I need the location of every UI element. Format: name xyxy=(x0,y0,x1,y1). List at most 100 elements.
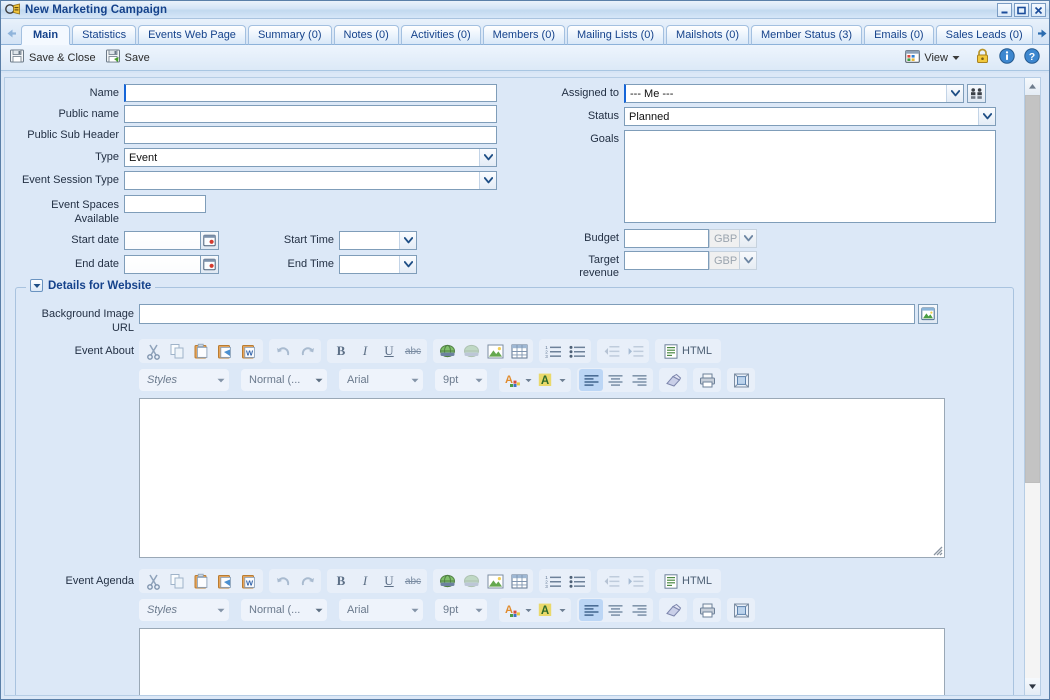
image-icon[interactable] xyxy=(483,570,507,592)
chevron-down-icon[interactable] xyxy=(479,149,496,166)
print-icon[interactable] xyxy=(695,369,719,391)
start-time-select[interactable] xyxy=(339,231,417,250)
event-session-type-select[interactable] xyxy=(124,171,497,190)
align-right-icon[interactable] xyxy=(627,599,651,621)
underline-icon[interactable]: U xyxy=(377,340,401,362)
scrollbar-thumb[interactable] xyxy=(1025,95,1040,483)
tab-events-web-page[interactable]: Events Web Page xyxy=(138,25,246,45)
assigned-to-select[interactable]: --- Me --- xyxy=(624,84,964,103)
assigned-to-picker-icon[interactable] xyxy=(967,84,986,103)
remove-format-icon[interactable] xyxy=(661,599,685,621)
format-select[interactable]: Normal (... xyxy=(241,599,327,621)
outdent-icon[interactable] xyxy=(599,570,623,592)
table-icon[interactable] xyxy=(507,340,531,362)
align-left-icon[interactable] xyxy=(579,369,603,391)
bold-icon[interactable]: B xyxy=(329,340,353,362)
info-icon[interactable] xyxy=(999,48,1015,67)
tab-activities-0[interactable]: Activities (0) xyxy=(400,25,481,45)
end-date-input[interactable] xyxy=(124,255,200,274)
tab-sales-leads-0[interactable]: Sales Leads (0) xyxy=(935,25,1033,45)
unlink-icon[interactable] xyxy=(459,570,483,592)
chevron-down-icon[interactable] xyxy=(479,172,496,189)
tab-member-status-3[interactable]: Member Status (3) xyxy=(751,25,863,45)
budget-currency-dropdown[interactable] xyxy=(739,229,757,248)
public-sub-header-input[interactable] xyxy=(124,126,497,144)
background-color-icon[interactable]: A xyxy=(535,599,569,621)
start-date-input[interactable] xyxy=(124,231,200,250)
calendar-icon[interactable] xyxy=(200,255,219,274)
chevron-down-icon[interactable] xyxy=(399,256,416,273)
goals-textarea[interactable] xyxy=(624,130,996,223)
outdent-icon[interactable] xyxy=(599,340,623,362)
budget-input[interactable] xyxy=(624,229,709,248)
target-revenue-input[interactable] xyxy=(624,251,709,270)
text-color-icon[interactable]: A xyxy=(501,599,535,621)
styles-select[interactable]: Styles xyxy=(139,369,229,391)
event-spaces-input[interactable] xyxy=(124,195,206,213)
tab-scroll-left-icon[interactable] xyxy=(3,23,20,43)
paste-icon[interactable] xyxy=(189,570,213,592)
redo-icon[interactable] xyxy=(295,340,319,362)
vertical-scrollbar[interactable] xyxy=(1024,77,1041,696)
undo-icon[interactable] xyxy=(271,340,295,362)
ordered-list-icon[interactable]: 123 xyxy=(541,340,565,362)
cut-icon[interactable] xyxy=(141,570,165,592)
status-select[interactable]: Planned xyxy=(624,107,996,126)
scroll-down-button[interactable] xyxy=(1025,678,1040,695)
redo-icon[interactable] xyxy=(295,570,319,592)
tab-mailshots-0[interactable]: Mailshots (0) xyxy=(666,25,749,45)
remove-format-icon[interactable] xyxy=(661,369,685,391)
tab-summary-0[interactable]: Summary (0) xyxy=(247,25,332,45)
scrollbar-track[interactable] xyxy=(1025,95,1040,678)
collapse-section-icon[interactable] xyxy=(30,279,43,292)
bold-icon[interactable]: B xyxy=(329,570,353,592)
format-select[interactable]: Normal (... xyxy=(241,369,327,391)
start-date-picker[interactable] xyxy=(124,231,219,250)
indent-icon[interactable] xyxy=(623,340,647,362)
calendar-icon[interactable] xyxy=(200,231,219,250)
target-revenue-currency-dropdown[interactable] xyxy=(739,251,757,270)
help-icon[interactable]: ? xyxy=(1024,48,1040,67)
italic-icon[interactable]: I xyxy=(353,570,377,592)
paste-word-icon[interactable]: W xyxy=(237,340,261,362)
underline-icon[interactable]: U xyxy=(377,570,401,592)
maximize-editor-icon[interactable] xyxy=(729,599,753,621)
type-select[interactable]: Event xyxy=(124,148,497,167)
cut-icon[interactable] xyxy=(141,340,165,362)
tab-main[interactable]: Main xyxy=(21,25,71,45)
text-color-icon[interactable]: A xyxy=(501,369,535,391)
unlink-icon[interactable] xyxy=(459,340,483,362)
italic-icon[interactable]: I xyxy=(353,340,377,362)
tab-emails-0[interactable]: Emails (0) xyxy=(864,25,934,45)
styles-select[interactable]: Styles xyxy=(139,599,229,621)
align-left-icon[interactable] xyxy=(579,599,603,621)
view-button[interactable]: View xyxy=(902,48,966,68)
chevron-down-icon[interactable] xyxy=(978,108,995,125)
lock-icon[interactable] xyxy=(975,48,990,67)
tab-statistics[interactable]: Statistics xyxy=(72,25,137,45)
chevron-down-icon[interactable] xyxy=(399,232,416,249)
name-input[interactable] xyxy=(124,84,497,102)
align-center-icon[interactable] xyxy=(603,369,627,391)
unordered-list-icon[interactable] xyxy=(565,570,589,592)
minimize-button[interactable] xyxy=(997,3,1012,17)
background-image-input[interactable] xyxy=(139,304,915,324)
font-size-select[interactable]: 9pt xyxy=(435,599,487,621)
strikethrough-icon[interactable]: abc xyxy=(401,340,425,362)
maximize-editor-icon[interactable] xyxy=(729,369,753,391)
paste-icon[interactable] xyxy=(189,340,213,362)
undo-icon[interactable] xyxy=(271,570,295,592)
paste-text-icon[interactable] xyxy=(213,340,237,362)
maximize-button[interactable] xyxy=(1014,3,1029,17)
end-date-picker[interactable] xyxy=(124,255,219,274)
font-size-select[interactable]: 9pt xyxy=(435,369,487,391)
save-and-close-button[interactable]: Save & Close xyxy=(6,46,102,69)
paste-word-icon[interactable]: W xyxy=(237,570,261,592)
save-button[interactable]: Save xyxy=(102,46,156,69)
copy-icon[interactable] xyxy=(165,570,189,592)
link-icon[interactable] xyxy=(435,340,459,362)
tab-members-0[interactable]: Members (0) xyxy=(482,25,565,45)
align-center-icon[interactable] xyxy=(603,599,627,621)
chevron-down-icon[interactable] xyxy=(946,85,963,102)
scroll-up-button[interactable] xyxy=(1025,78,1040,95)
